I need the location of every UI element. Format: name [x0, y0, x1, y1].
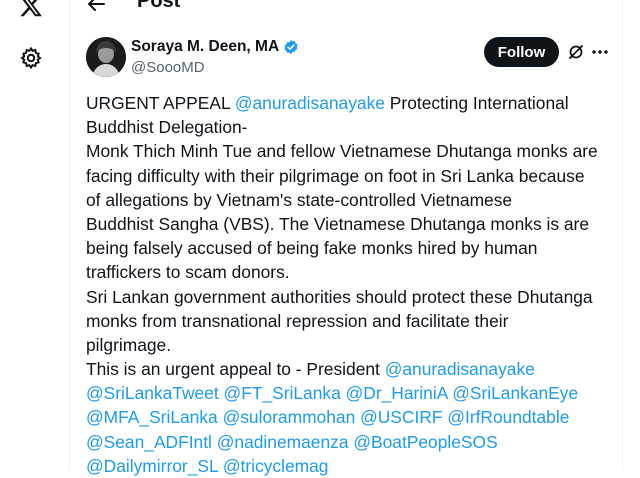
post-column: Post Soraya M. Deen, MA @SoooMD Follow U…: [70, 0, 623, 476]
verified-badge-icon: [283, 39, 299, 55]
post-text-segment: pilgrimage.: [86, 334, 172, 355]
mention-link[interactable]: @anuradisanayake: [385, 359, 535, 379]
avatar[interactable]: [86, 37, 126, 77]
post-text-segment: of allegations by Vietnam's state-contro…: [86, 189, 513, 210]
mention-link[interactable]: @Dr_HariniA: [346, 383, 448, 403]
mention-link[interactable]: @FT_SriLanka: [224, 383, 341, 403]
mention-link[interactable]: @sulorammohan: [223, 407, 356, 427]
page-title: Post: [137, 0, 181, 12]
post-text-line: being falsely accused of being fake monk…: [86, 236, 616, 260]
post-text-segment: This is an urgent appeal to - President: [86, 359, 385, 380]
author-name-text[interactable]: Soraya M. Deen, MA: [131, 38, 279, 56]
post-text-segment: being falsely accused of being fake monk…: [86, 238, 538, 259]
post-text-line: facing difficulty with their pilgrimage …: [86, 164, 616, 188]
post-text-line: @SriLankaTweet @FT_SriLanka @Dr_HariniA …: [86, 381, 616, 405]
post-text-line: Buddhist Sangha (VBS). The Vietnamese Dh…: [86, 212, 616, 236]
post-text-segment: Sri Lankan government authorities should…: [86, 286, 593, 307]
post-text-segment: facing difficulty with their pilgrimage …: [86, 165, 585, 186]
grok-icon[interactable]: [566, 42, 586, 62]
back-arrow-icon[interactable]: [86, 0, 106, 14]
post-text-line: @MFA_SriLanka @sulorammohan @USCIRF @Irf…: [86, 405, 616, 429]
post-text-line: @Dailymirror_SL @tricyclemag: [86, 454, 616, 478]
post-text-line: traffickers to scam donors.: [86, 260, 616, 284]
post-text-line: monks from transnational repression and …: [86, 309, 616, 333]
post-text-segment: Buddhist Delegation-: [86, 117, 248, 138]
gear-icon[interactable]: [19, 46, 43, 70]
more-options-icon[interactable]: [590, 42, 610, 62]
mention-link[interactable]: @BoatPeopleSOS: [353, 432, 497, 452]
follow-button[interactable]: Follow: [484, 37, 559, 67]
mention-link[interactable]: @Dailymirror_SL: [86, 456, 218, 476]
left-nav-rail: [0, 0, 70, 470]
post-text-line: Sri Lankan government authorities should…: [86, 285, 616, 309]
post-text-segment: Buddhist Sangha (VBS). The Vietnamese Dh…: [86, 213, 590, 234]
mention-link[interactable]: @Sean_ADFIntl: [86, 432, 212, 452]
mention-link[interactable]: @SriLankaTweet: [86, 383, 219, 403]
post-text-line: Buddhist Delegation-: [86, 115, 616, 139]
post-text-line: @Sean_ADFIntl @nadinemaenza @BoatPeopleS…: [86, 430, 616, 454]
mention-link[interactable]: @SriLankanEye: [452, 383, 578, 403]
post-text-line: of allegations by Vietnam's state-contro…: [86, 188, 616, 212]
mention-link[interactable]: @MFA_SriLanka: [86, 407, 218, 427]
post-text-line: Monk Thich Minh Tue and fellow Vietnames…: [86, 139, 616, 163]
post-text-line: pilgrimage.: [86, 333, 616, 357]
author-name[interactable]: Soraya M. Deen, MA: [131, 38, 299, 56]
mention-link[interactable]: @anuradisanayake: [235, 93, 385, 113]
mention-link[interactable]: @tricyclemag: [223, 456, 329, 476]
mention-link[interactable]: @IrfRoundtable: [447, 407, 569, 427]
post-text: URGENT APPEAL @anuradisanayake Protectin…: [86, 91, 616, 478]
x-logo-icon[interactable]: [19, 0, 43, 18]
mention-link[interactable]: @USCIRF: [360, 407, 442, 427]
mention-link[interactable]: @nadinemaenza: [217, 432, 349, 452]
post-text-segment: URGENT APPEAL: [86, 93, 235, 113]
post-text-segment: monks from transnational repression and …: [86, 310, 509, 331]
post-header: Post: [70, 0, 622, 18]
author-handle[interactable]: @SoooMD: [131, 59, 205, 76]
post-text-line: URGENT APPEAL @anuradisanayake Protectin…: [86, 91, 616, 115]
post-text-segment: Protecting International: [384, 93, 569, 113]
post-text-segment: traffickers to scam donors.: [86, 262, 290, 283]
post-text-segment: Monk Thich Minh Tue and fellow Vietnames…: [86, 141, 598, 162]
post-text-line: This is an urgent appeal to - President …: [86, 357, 616, 381]
